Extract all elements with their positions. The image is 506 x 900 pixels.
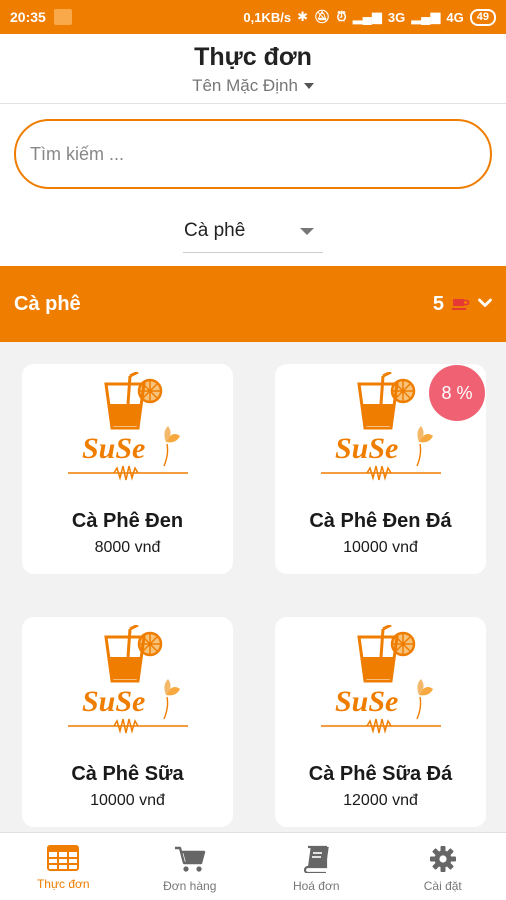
search-box (14, 119, 492, 189)
store-name: Tên Mặc Định (192, 76, 298, 95)
caret-down-icon (303, 83, 314, 89)
gear-icon (429, 846, 456, 872)
product-card[interactable]: SuSe 8 % Cà Phê Đen Đá 10000 vnđ (275, 364, 486, 574)
grid-icon (47, 845, 80, 871)
product-price: 8000 vnđ (94, 539, 161, 556)
nav-label: Thực đơn (36, 877, 90, 891)
nav-item-settings[interactable]: Cài đặt (380, 833, 506, 900)
product-card[interactable]: SuSe Cà Phê Sữa 10000 vnđ (22, 617, 233, 827)
nav-label: Hoá đơn (292, 879, 340, 893)
dropdown-caret-icon (300, 228, 314, 235)
cart-icon (174, 846, 205, 872)
coffee-cup-icon (452, 297, 470, 311)
page-title: Thực đơn (194, 43, 312, 71)
product-price: 12000 vnđ (343, 792, 418, 809)
suse-logo: SuSe (320, 625, 441, 734)
bluetooth-icon: ✱ (297, 9, 308, 24)
discount-badge: 8 % (429, 365, 485, 421)
bottom-nav: Thực đơn Đơn hàng Hoá đơn Cài đặt (0, 832, 506, 900)
signal-icon-2: ▂▄▆ (411, 9, 441, 24)
network-type-3g: 3G (387, 9, 406, 25)
mute-icon: 🔕︎ (313, 9, 331, 24)
product-name: Cà Phê Đen Đá (309, 510, 452, 532)
category-count: 5 (432, 292, 444, 315)
nav-item-orders[interactable]: Đơn hàng (127, 833, 254, 900)
suse-logo: SuSe (67, 625, 188, 734)
nav-item-invoices[interactable]: Hoá đơn (253, 833, 380, 900)
logo-text: SuSe (335, 432, 398, 465)
chevron-down-icon[interactable] (478, 295, 492, 313)
category-bar[interactable]: Cà phê 5 (0, 266, 506, 342)
suse-logo: SuSe (320, 372, 441, 481)
product-name: Cà Phê Đen (71, 510, 184, 532)
search-input[interactable] (16, 121, 490, 187)
product-grid: SuSe Cà Phê Đen 8000 vnđ SuSe 8 % Cà Phê (0, 342, 506, 832)
app-header: Thực đơn Tên Mặc Định (0, 34, 506, 104)
suse-logo: SuSe (67, 372, 188, 481)
category-name: Cà phê (14, 292, 81, 315)
network-speed: 0,1KB/s (243, 9, 292, 25)
product-card[interactable]: SuSe Cà Phê Sữa Đá 12000 vnđ (275, 617, 486, 827)
book-icon (304, 845, 329, 873)
product-card[interactable]: SuSe Cà Phê Đen 8000 vnđ (22, 364, 233, 574)
battery-icon: 49 (469, 8, 496, 26)
product-name: Cà Phê Sữa (71, 763, 184, 785)
notification-icon (53, 9, 72, 25)
status-bar: 20:35 0,1KB/s ✱ 🔕︎ ⏰︎ ▂▄▆ 3G ▂▄▆ 4G 49 (0, 0, 506, 34)
product-name: Cà Phê Sữa Đá (308, 763, 453, 785)
search-area: Cà phê (0, 104, 506, 266)
category-dropdown[interactable]: Cà phê (183, 209, 323, 253)
network-type-4g: 4G (446, 9, 464, 25)
logo-text: SuSe (82, 685, 145, 718)
product-price: 10000 vnđ (343, 539, 418, 556)
nav-label: Cài đặt (423, 879, 462, 893)
category-dropdown-value: Cà phê (184, 219, 246, 241)
alarm-icon: ⏰︎ (336, 9, 347, 24)
nav-label: Đơn hàng (163, 879, 217, 893)
logo-text: SuSe (82, 432, 145, 465)
status-time: 20:35 (10, 9, 46, 25)
signal-icon: ▂▄▆ (352, 9, 382, 24)
nav-item-menu[interactable]: Thực đơn (0, 833, 127, 900)
logo-text: SuSe (335, 685, 398, 718)
product-price: 10000 vnđ (90, 792, 165, 809)
store-selector[interactable]: Tên Mặc Định (192, 76, 314, 96)
